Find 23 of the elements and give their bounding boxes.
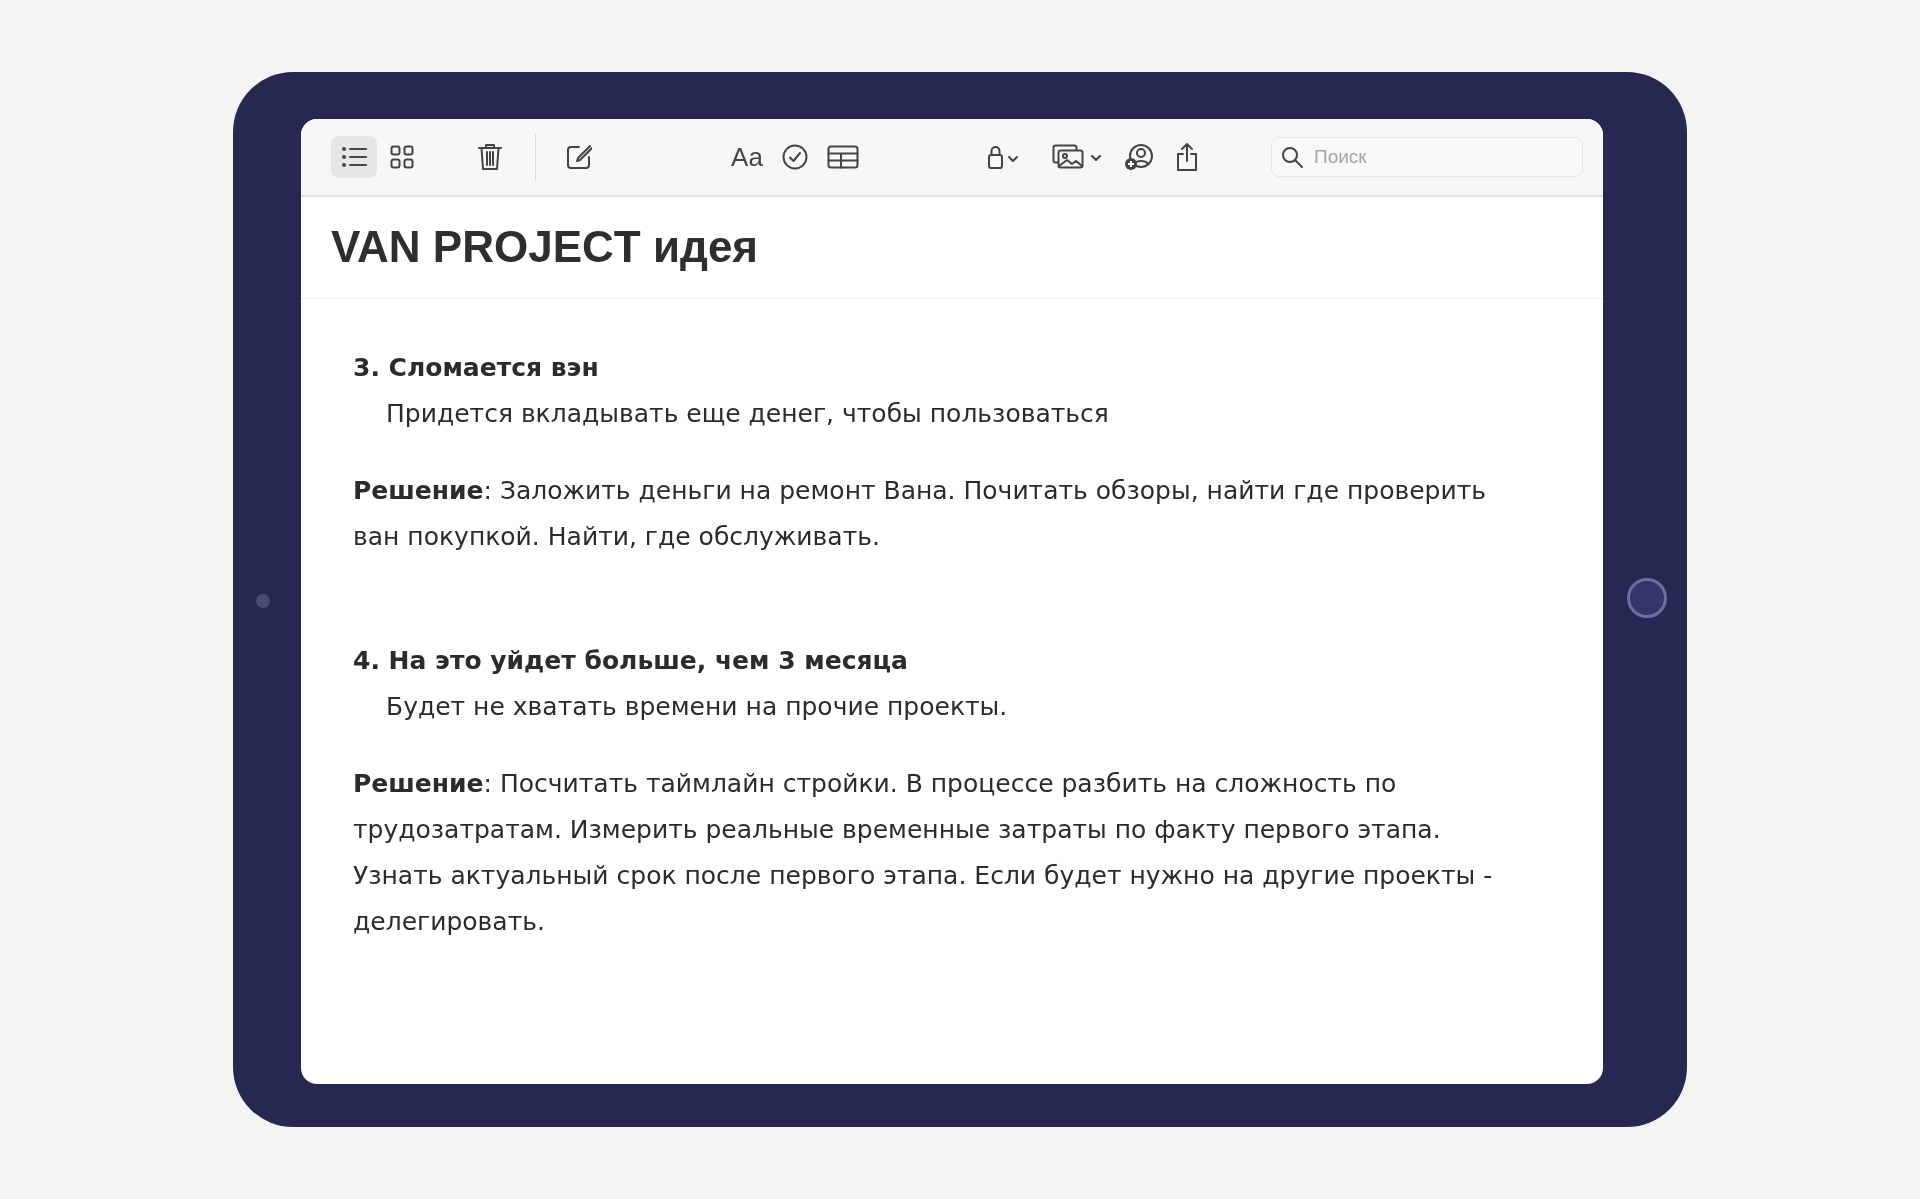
checklist-icon (782, 144, 808, 170)
compose-icon (566, 144, 592, 170)
camera-dot (256, 594, 270, 608)
search-field[interactable]: Поиск (1271, 137, 1583, 177)
section-detail: Придется вкладывать еще денег, чтобы пользоваться (386, 399, 1109, 428)
list-icon (341, 146, 367, 168)
solution-paragraph: Решение: Посчитать таймлайн стройки. В процессе разбить на сложность по трудозатратам. Измерить реальные временные затраты по факту первого этапа. Узнать актуальный срок после первого этапа. Если будет нужно на другие проекты - делегировать. (353, 768, 1494, 938)
note-title: VAN PROJECT идея (301, 197, 1603, 299)
home-button[interactable] (1627, 578, 1667, 618)
share-icon (1175, 142, 1199, 172)
section-heading: 4. На это уйдет больше, чем 3 месяца (353, 645, 909, 677)
section-heading: 3. Сломается вэн (353, 352, 600, 384)
table-icon (827, 145, 859, 169)
trash-icon (478, 143, 502, 171)
solution-paragraph: Решение: Заложить деньги на ремонт Вана. Почитать обзоры, найти где проверить ван покупкой. Найти, где обслуживать. (353, 475, 1487, 553)
grid-icon (390, 145, 414, 169)
lock-icon (987, 144, 1019, 170)
format-button[interactable]: Aa (724, 136, 770, 178)
add-person-icon (1124, 143, 1154, 171)
section-detail: Будет не хватать времени на прочие проекты. (386, 692, 1008, 721)
list-view-button[interactable] (331, 136, 377, 178)
photo-icon (1052, 144, 1102, 170)
search-icon (1281, 146, 1303, 168)
